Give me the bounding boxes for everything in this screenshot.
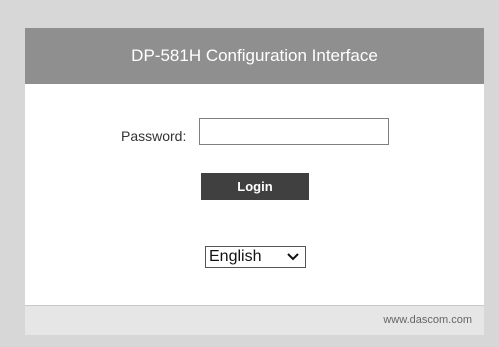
login-panel: DP-581H Configuration Interface Password…	[25, 28, 484, 335]
language-select[interactable]: English	[205, 246, 306, 268]
footer-bar: www.dascom.com	[25, 305, 484, 335]
login-button[interactable]: Login	[201, 173, 309, 200]
header-bar: DP-581H Configuration Interface	[25, 28, 484, 84]
footer-website: www.dascom.com	[383, 314, 472, 326]
password-label: Password:	[121, 128, 187, 144]
page-title: DP-581H Configuration Interface	[131, 46, 378, 65]
login-form: Password: Login English	[25, 84, 484, 305]
chevron-down-icon	[287, 253, 299, 261]
language-select-value: English	[209, 248, 262, 265]
password-input[interactable]	[199, 118, 389, 145]
